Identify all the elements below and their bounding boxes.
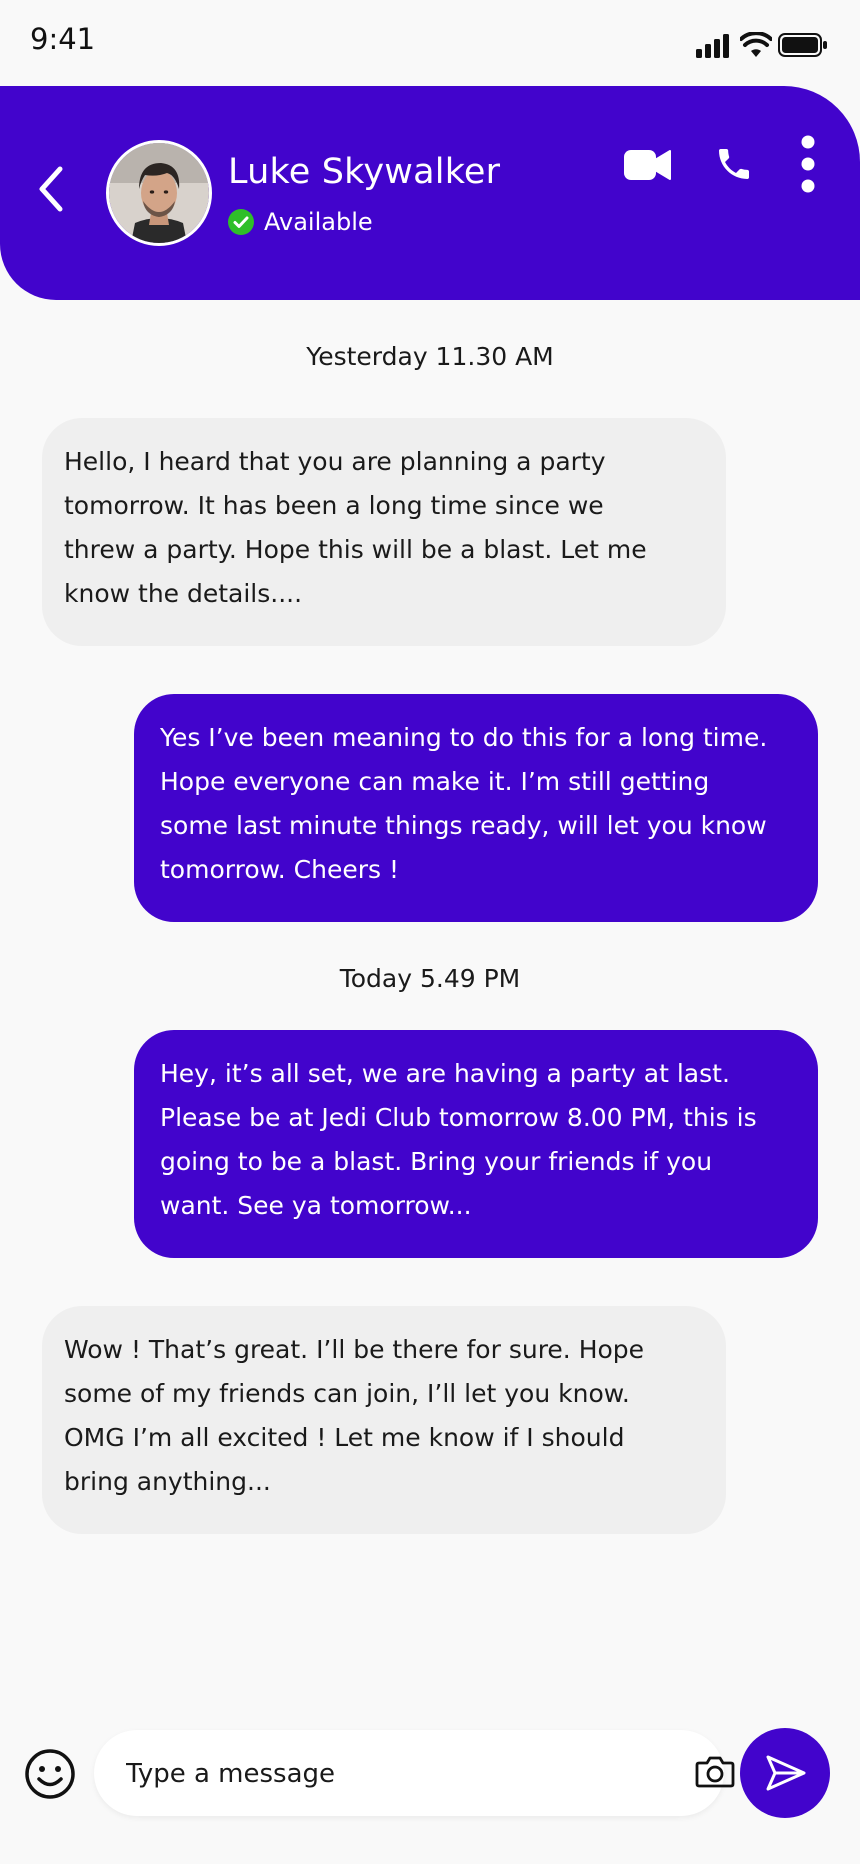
message-composer [94, 1730, 788, 1816]
outgoing-message[interactable]: Yes I’ve been meaning to do this for a l… [134, 694, 818, 922]
avatar-image [109, 143, 209, 243]
status-time: 9:41 [30, 22, 96, 56]
video-call-icon[interactable] [624, 148, 672, 182]
back-icon[interactable] [36, 164, 66, 214]
send-button[interactable] [740, 1728, 830, 1818]
contact-name: Luke Skywalker [228, 152, 501, 192]
incoming-message[interactable]: Wow ! That’s great. I’ll be there for su… [42, 1306, 726, 1534]
timestamp: Today 5.49 PM [339, 964, 521, 993]
battery-icon [778, 33, 827, 57]
message-input[interactable] [124, 1748, 568, 1800]
phone-icon[interactable] [714, 144, 754, 184]
chat-header: Luke Skywalker Available [0, 86, 860, 300]
status-text: Available [264, 208, 373, 236]
status-bar: 9:41 [0, 0, 860, 86]
status-check-icon [228, 209, 254, 235]
send-icon [766, 1755, 806, 1791]
avatar[interactable] [106, 140, 212, 246]
cellular-signal-icon [696, 34, 729, 58]
outgoing-message[interactable]: Hey, it’s all set, we are having a party… [134, 1030, 818, 1258]
emoji-icon[interactable] [24, 1748, 76, 1800]
timestamp: Yesterday 11.30 AM [306, 342, 554, 371]
camera-icon[interactable] [694, 1750, 736, 1792]
more-options-icon[interactable] [800, 134, 816, 194]
wifi-icon [740, 32, 772, 57]
incoming-message[interactable]: Hello, I heard that you are planning a p… [42, 418, 726, 646]
